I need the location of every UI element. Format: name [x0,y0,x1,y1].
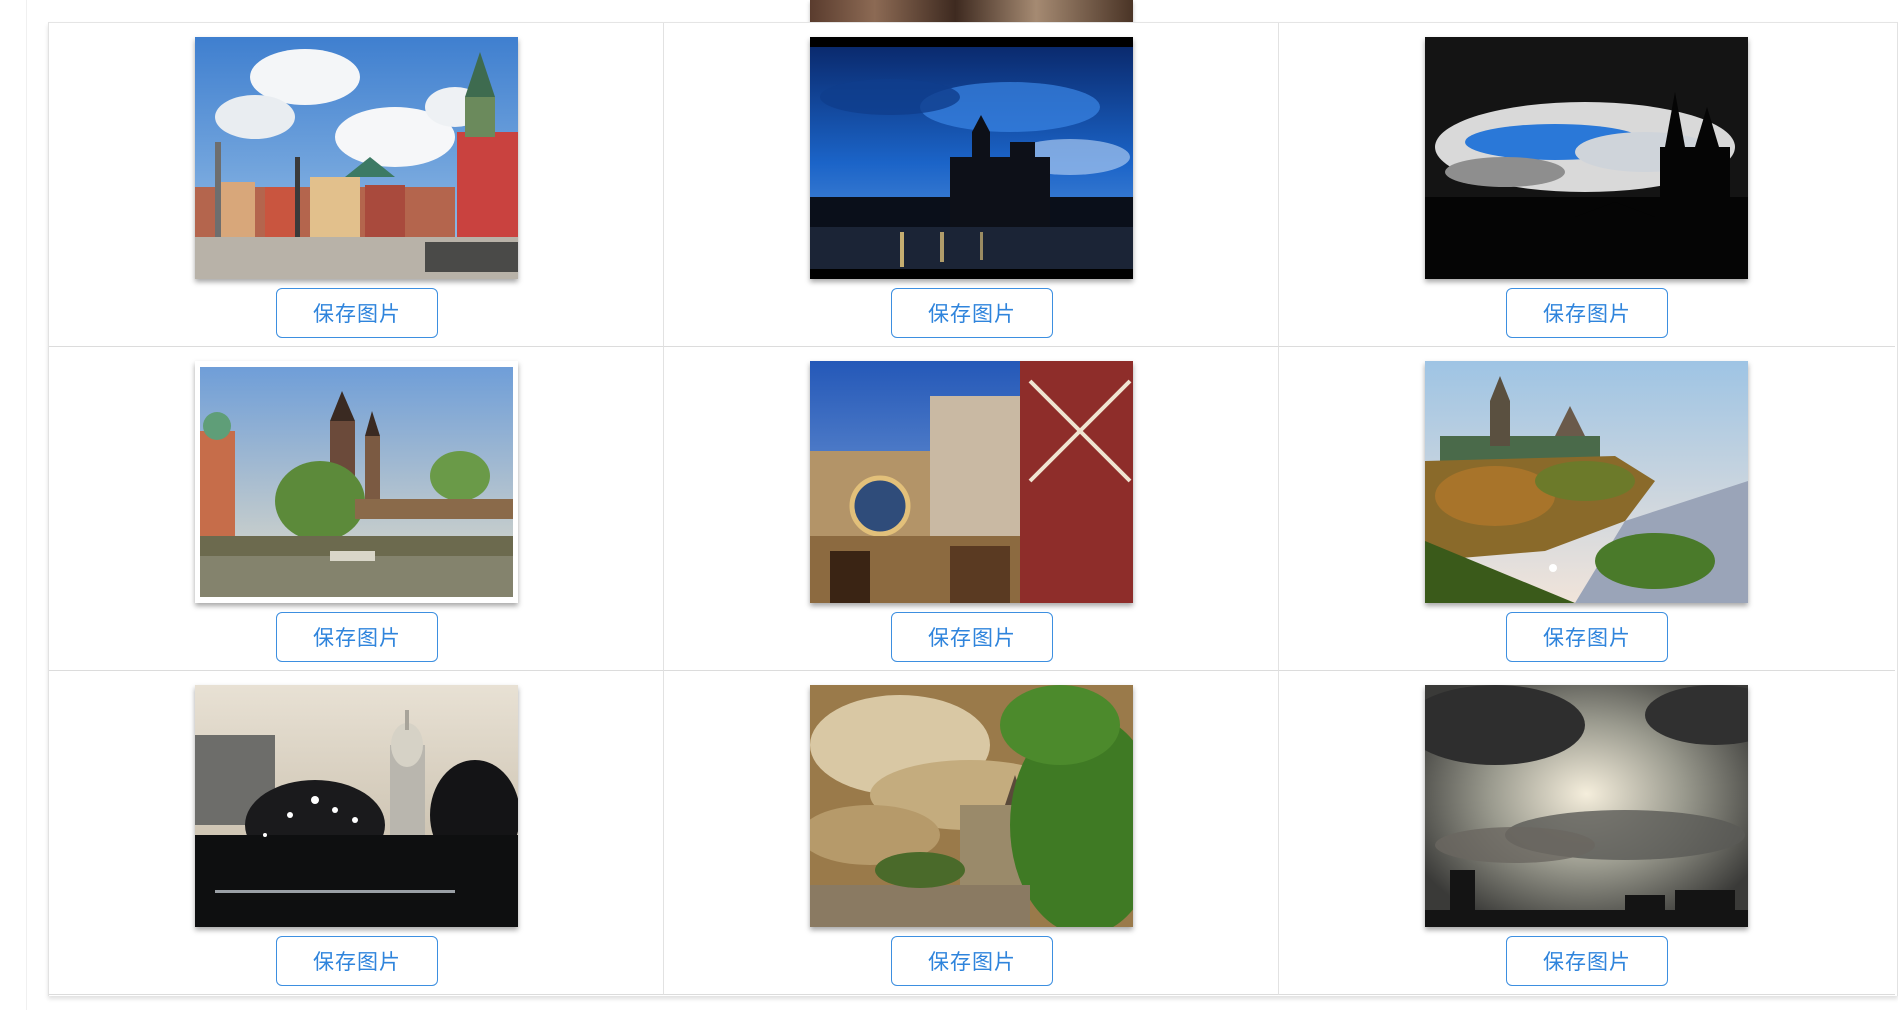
photo-card: 保存图片 [664,23,1279,347]
page: 保存图片 保存图片 保存图片 保存图片 保存图片 保存图片 保存图片 保存图片 … [0,0,1898,1010]
save-image-button[interactable]: 保存图片 [891,936,1053,986]
save-image-button[interactable]: 保存图片 [276,936,438,986]
photo-grid: 保存图片 保存图片 保存图片 保存图片 保存图片 保存图片 保存图片 保存图片 … [48,22,1898,996]
photo-old-town-square[interactable] [195,37,518,279]
save-image-button[interactable]: 保存图片 [1506,936,1668,986]
photo-sunset-clouds-skyline[interactable] [1425,685,1748,927]
photo-card: 保存图片 [1279,23,1895,347]
photo-card: 保存图片 [1279,347,1895,671]
page-edge-line [26,0,27,1010]
photo-blue-night-cathedral[interactable] [810,37,1133,279]
photo-card: 保存图片 [664,347,1279,671]
photo-card: 保存图片 [1279,671,1895,995]
previous-row-photo[interactable] [810,0,1133,23]
photo-capitol-dome-night[interactable] [195,685,518,927]
photo-parliament-hill-river[interactable] [1425,361,1748,603]
photo-cloudy-chateau-trees[interactable] [810,685,1133,927]
photo-card: 保存图片 [49,347,664,671]
photo-astronomical-clock-street[interactable] [810,361,1133,603]
photo-dark-gothic-silhouette[interactable] [1425,37,1748,279]
photo-card: 保存图片 [664,671,1279,995]
photo-card: 保存图片 [49,671,664,995]
save-image-button[interactable]: 保存图片 [891,612,1053,662]
save-image-button[interactable]: 保存图片 [1506,288,1668,338]
save-image-button[interactable]: 保存图片 [1506,612,1668,662]
save-image-button[interactable]: 保存图片 [276,288,438,338]
photo-card: 保存图片 [49,23,664,347]
save-image-button[interactable]: 保存图片 [891,288,1053,338]
save-image-button[interactable]: 保存图片 [276,612,438,662]
photo-river-bridge-towers[interactable] [195,361,518,603]
